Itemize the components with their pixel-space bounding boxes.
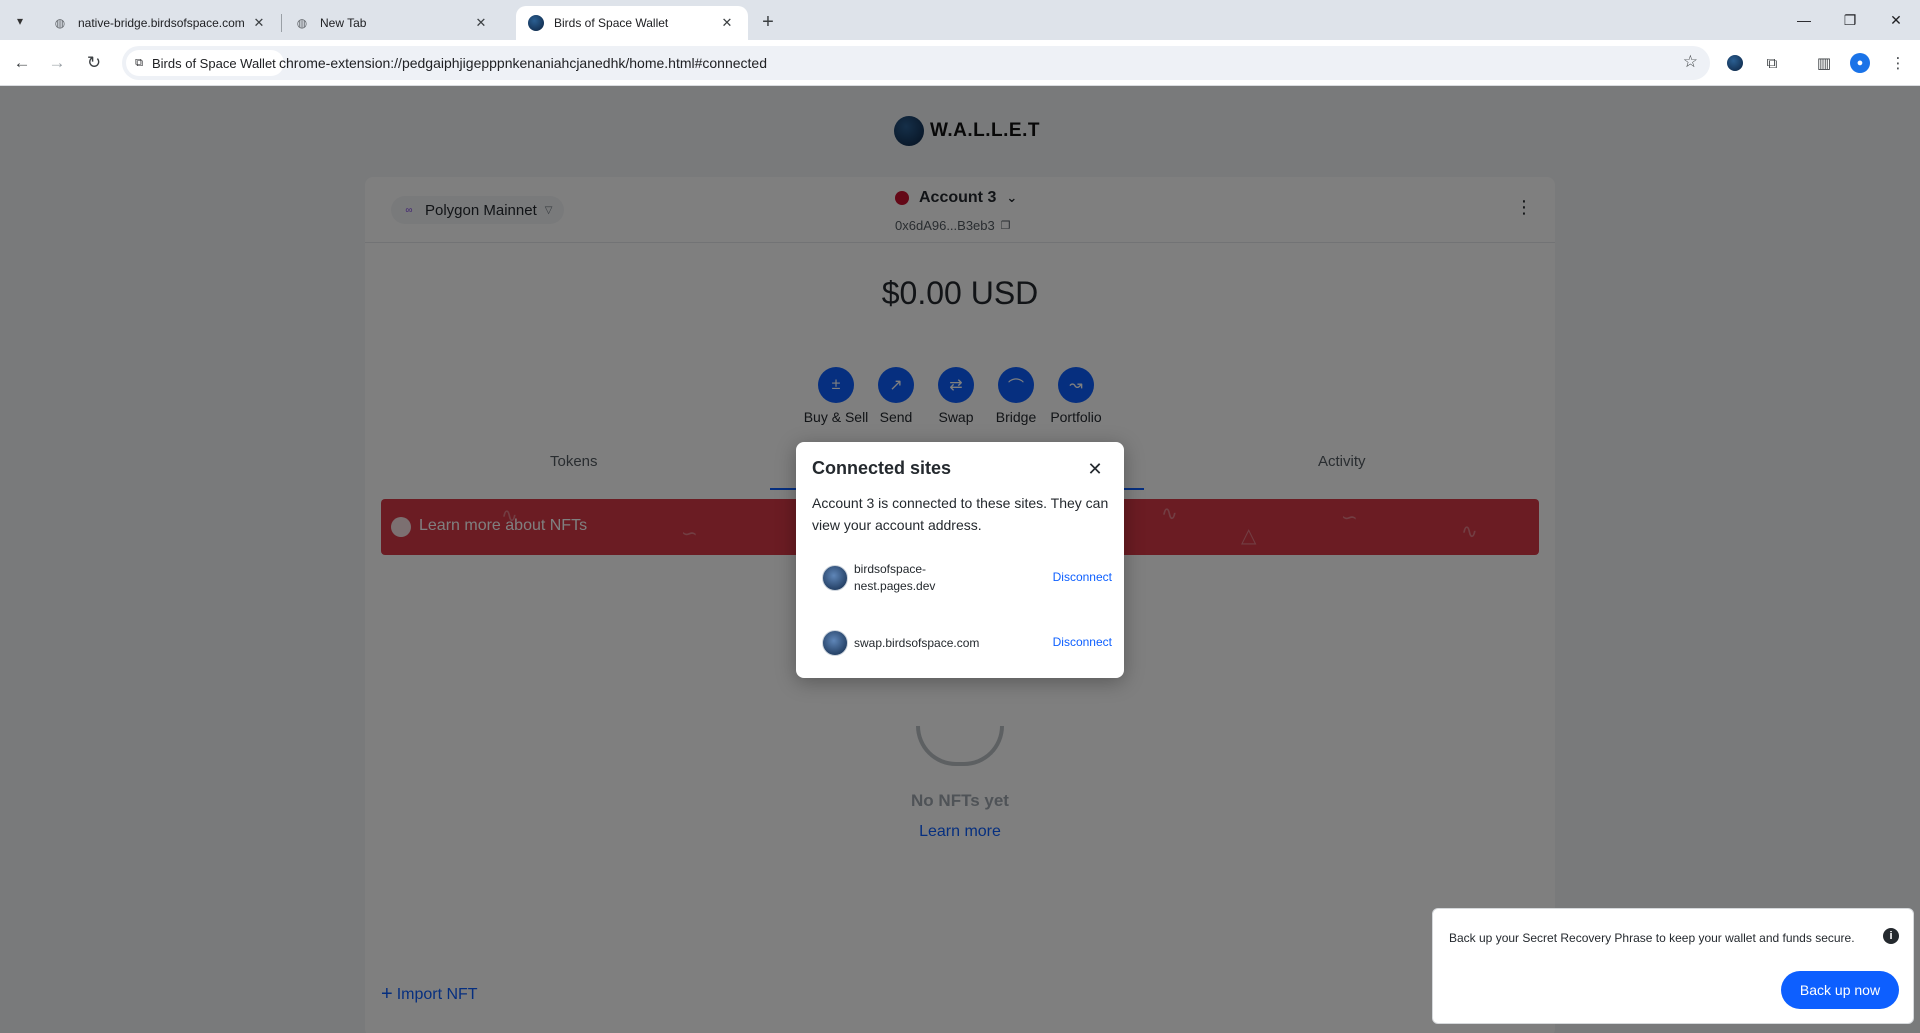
site-favicon bbox=[822, 630, 848, 656]
tab-title: native-bridge.birdsofspace.com bbox=[78, 16, 245, 30]
close-icon[interactable]: ✕ bbox=[1085, 459, 1105, 479]
back-arrow-icon[interactable]: ← bbox=[8, 49, 36, 77]
profile-avatar-icon[interactable]: ● bbox=[1848, 51, 1872, 75]
tab-search-chevron-icon[interactable]: ▾ bbox=[8, 9, 32, 33]
connected-sites-modal: Connected sites ✕ Account 3 is connected… bbox=[796, 442, 1124, 678]
browser-tab-native-bridge[interactable]: ◍ native-bridge.birdsofspace.com ✕ bbox=[40, 6, 280, 40]
forward-arrow-icon[interactable]: → bbox=[43, 49, 71, 77]
new-tab-button[interactable]: + bbox=[754, 8, 782, 36]
browser-toolbar: ← → ↻ ⧉ Birds of Space Wallet chrome-ext… bbox=[0, 40, 1920, 86]
wallet-extension-icon[interactable] bbox=[1723, 51, 1747, 75]
connected-site-row: birdsofspace- nest.pages.dev Disconnect bbox=[822, 560, 1112, 596]
site-name-line2: nest.pages.dev bbox=[854, 579, 936, 593]
browser-tab-wallet[interactable]: Birds of Space Wallet ✕ bbox=[516, 6, 748, 40]
extensions-puzzle-icon[interactable]: ⧉ bbox=[1760, 51, 1784, 75]
modal-description: Account 3 is connected to these sites. T… bbox=[812, 495, 1109, 533]
browser-tab-strip: ▾ ◍ native-bridge.birdsofspace.com ✕ ◍ N… bbox=[0, 0, 1920, 40]
backup-reminder-toast: Back up your Secret Recovery Phrase to k… bbox=[1432, 908, 1914, 1024]
url-text[interactable]: chrome-extension://pedgaiphjigepppnkenan… bbox=[279, 55, 767, 71]
tab-title: New Tab bbox=[320, 16, 367, 30]
tab-close-icon[interactable]: ✕ bbox=[472, 14, 490, 32]
tab-title: Birds of Space Wallet bbox=[554, 16, 669, 30]
connected-site-row: swap.birdsofspace.com Disconnect bbox=[822, 625, 1112, 661]
minimize-icon[interactable]: — bbox=[1782, 6, 1826, 34]
site-favicon bbox=[822, 565, 848, 591]
tab-close-icon[interactable]: ✕ bbox=[250, 14, 268, 32]
window-close-icon[interactable]: ✕ bbox=[1874, 6, 1918, 34]
extension-puzzle-icon: ⧉ bbox=[135, 56, 143, 69]
site-chip-label: Birds of Space Wallet bbox=[152, 55, 276, 71]
wallet-logo-icon bbox=[528, 15, 544, 31]
back-up-now-button[interactable]: Back up now bbox=[1781, 971, 1899, 1009]
site-name: swap.birdsofspace.com bbox=[854, 636, 980, 650]
browser-tab-new-tab[interactable]: ◍ New Tab ✕ bbox=[282, 6, 502, 40]
chrome-icon: ◍ bbox=[296, 16, 308, 30]
globe-icon: ◍ bbox=[54, 16, 66, 30]
site-name-line1: birdsofspace- bbox=[854, 562, 927, 576]
toast-message: Back up your Secret Recovery Phrase to k… bbox=[1449, 931, 1855, 945]
tab-close-icon[interactable]: ✕ bbox=[718, 14, 736, 32]
browser-menu-icon[interactable]: ⋮ bbox=[1886, 51, 1910, 75]
bookmark-star-icon[interactable]: ☆ bbox=[1683, 52, 1698, 72]
restore-icon[interactable]: ❐ bbox=[1828, 6, 1872, 34]
reload-icon[interactable]: ↻ bbox=[80, 49, 108, 77]
side-panel-icon[interactable]: ▥ bbox=[1812, 51, 1836, 75]
address-bar[interactable]: ⧉ Birds of Space Wallet chrome-extension… bbox=[122, 46, 1710, 80]
disconnect-button[interactable]: Disconnect bbox=[1053, 635, 1112, 649]
disconnect-button[interactable]: Disconnect bbox=[1053, 570, 1112, 584]
modal-title: Connected sites bbox=[812, 458, 952, 478]
info-icon[interactable]: i bbox=[1883, 928, 1899, 944]
site-info-chip[interactable]: ⧉ Birds of Space Wallet bbox=[126, 50, 284, 76]
